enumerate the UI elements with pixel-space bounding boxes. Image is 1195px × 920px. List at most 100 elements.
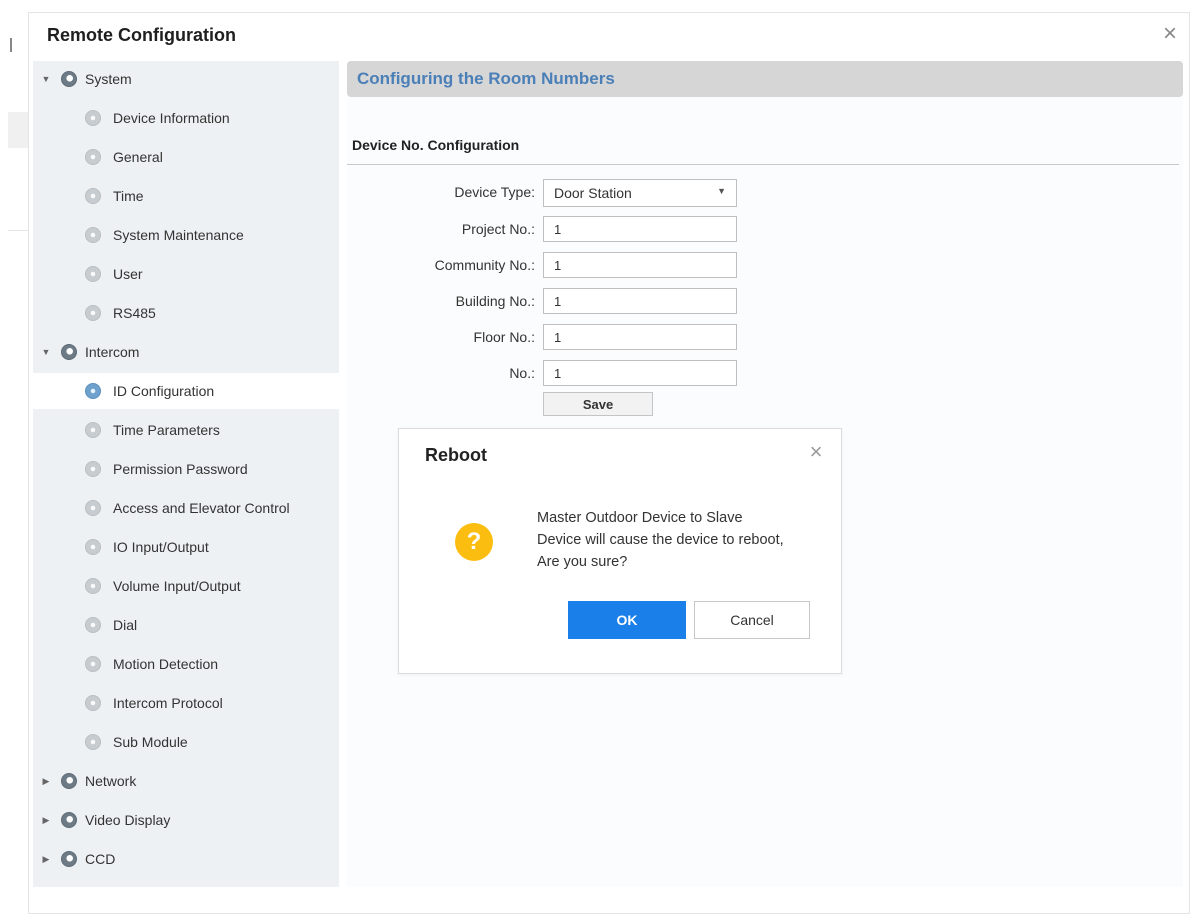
device-type-label: Device Type: <box>454 184 535 200</box>
sidebar-item-label: ID Configuration <box>113 383 215 399</box>
section-divider <box>347 164 1179 165</box>
dialog-message-line: Device will cause the device to reboot, <box>537 532 784 548</box>
tree-node-label: CCD <box>85 851 116 867</box>
collapsed-arrow-icon[interactable]: ▶ <box>39 776 53 787</box>
sidebar-item-label: Time Parameters <box>113 422 220 438</box>
floor-no-label: Floor No.: <box>473 329 535 345</box>
network-icon <box>61 773 77 789</box>
reboot-dialog: Reboot × ? Master Outdoor Device to Slav… <box>398 428 842 674</box>
sidebar-item-intercom-protocol[interactable]: Intercom Protocol <box>33 685 339 721</box>
sidebar-item-general[interactable]: General <box>33 139 339 175</box>
sidebar-item-device-information[interactable]: Device Information <box>33 100 339 136</box>
no-input[interactable] <box>543 360 737 386</box>
page-title: Configuring the Room Numbers <box>357 69 615 88</box>
sidebar-item-label: RS485 <box>113 305 156 321</box>
sidebar-item-permission-password[interactable]: Permission Password <box>33 451 339 487</box>
sidebar-item-sub-module[interactable]: Sub Module <box>33 724 339 760</box>
sidebar-item-io-input-output[interactable]: IO Input/Output <box>33 529 339 565</box>
floor-no-input[interactable] <box>543 324 737 350</box>
gear-icon <box>85 461 101 477</box>
collapsed-arrow-icon[interactable]: ▶ <box>39 815 53 826</box>
gear-icon <box>85 539 101 555</box>
sidebar-item-label: Sub Module <box>113 734 188 750</box>
sidebar-item-label: Permission Password <box>113 461 248 477</box>
gear-icon <box>85 383 101 399</box>
building-no-label: Building No.: <box>455 293 535 309</box>
window-close-icon[interactable]: × <box>1157 21 1183 47</box>
sidebar-item-system-maintenance[interactable]: System Maintenance <box>33 217 339 253</box>
sidebar-item-motion-detection[interactable]: Motion Detection <box>33 646 339 682</box>
sidebar-item-id-configuration[interactable]: ID Configuration <box>33 373 339 409</box>
sidebar-item-label: Volume Input/Output <box>113 578 241 594</box>
building-no-input[interactable] <box>543 288 737 314</box>
system-icon <box>61 71 77 87</box>
gear-icon <box>85 266 101 282</box>
tree-node-intercom[interactable]: ▼ Intercom <box>33 334 339 370</box>
sidebar-item-label: User <box>113 266 143 282</box>
dialog-message-line: Are you sure? <box>537 554 628 570</box>
remote-configuration-window: Remote Configuration × ▼ System Device I… <box>28 12 1190 914</box>
device-type-value: Door Station <box>554 185 632 201</box>
sidebar-item-label: Intercom Protocol <box>113 695 223 711</box>
sidebar-item-label: Device Information <box>113 110 230 126</box>
video-display-icon <box>61 812 77 828</box>
cancel-button[interactable]: Cancel <box>694 601 810 639</box>
expanded-arrow-icon[interactable]: ▼ <box>39 74 53 84</box>
dialog-close-icon[interactable]: × <box>805 441 827 463</box>
question-icon: ? <box>455 523 493 561</box>
tree-node-video-display[interactable]: ▶ Video Display <box>33 802 339 838</box>
gear-icon <box>85 149 101 165</box>
gear-icon <box>85 305 101 321</box>
gear-icon <box>85 695 101 711</box>
tree-node-label: System <box>85 71 132 87</box>
sidebar-item-time-parameters[interactable]: Time Parameters <box>33 412 339 448</box>
sidebar-item-label: Dial <box>113 617 138 633</box>
gear-icon <box>85 422 101 438</box>
community-no-label: Community No.: <box>434 257 535 273</box>
save-button[interactable]: Save <box>543 392 653 416</box>
tree-node-network[interactable]: ▶ Network <box>33 763 339 799</box>
project-no-label: Project No.: <box>461 221 535 237</box>
tree-node-label: Network <box>85 773 137 789</box>
gear-icon <box>85 656 101 672</box>
community-no-input[interactable] <box>543 252 737 278</box>
background-stripe <box>8 112 28 148</box>
no-label: No.: <box>509 365 535 381</box>
gear-icon <box>85 188 101 204</box>
gear-icon <box>85 578 101 594</box>
section-title: Device No. Configuration <box>352 137 520 153</box>
content-header: Configuring the Room Numbers <box>347 61 1183 97</box>
sidebar-item-volume-input-output[interactable]: Volume Input/Output <box>33 568 339 604</box>
dialog-title: Reboot <box>425 445 487 465</box>
sidebar-item-label: General <box>113 149 163 165</box>
background-mark <box>10 38 12 52</box>
expanded-arrow-icon[interactable]: ▼ <box>39 347 53 357</box>
gear-icon <box>85 110 101 126</box>
tree-node-ccd[interactable]: ▶ CCD <box>33 841 339 877</box>
gear-icon <box>85 500 101 516</box>
tree-node-system[interactable]: ▼ System <box>33 61 339 97</box>
sidebar-item-label: Access and Elevator Control <box>113 500 290 516</box>
dropdown-arrow-icon: ▼ <box>717 186 726 196</box>
window-title: Remote Configuration <box>47 25 236 45</box>
intercom-icon <box>61 344 77 360</box>
tree-node-label: Intercom <box>85 344 140 360</box>
sidebar-item-time[interactable]: Time <box>33 178 339 214</box>
sidebar-item-label: IO Input/Output <box>113 539 209 555</box>
project-no-input[interactable] <box>543 216 737 242</box>
sidebar-item-dial[interactable]: Dial <box>33 607 339 643</box>
ccd-icon <box>61 851 77 867</box>
device-type-select[interactable]: Door Station ▼ <box>543 179 737 207</box>
sidebar-tree: ▼ System Device Information General Time… <box>33 61 339 887</box>
gear-icon <box>85 617 101 633</box>
sidebar-item-access-elevator-control[interactable]: Access and Elevator Control <box>33 490 339 526</box>
sidebar-item-label: Time <box>113 188 144 204</box>
collapsed-arrow-icon[interactable]: ▶ <box>39 854 53 865</box>
sidebar-item-label: Motion Detection <box>113 656 219 672</box>
sidebar-item-rs485[interactable]: RS485 <box>33 295 339 331</box>
sidebar-item-label: System Maintenance <box>113 227 244 243</box>
sidebar-item-user[interactable]: User <box>33 256 339 292</box>
ok-button[interactable]: OK <box>568 601 686 639</box>
tree-node-label: Video Display <box>85 812 171 828</box>
dialog-message-line: Master Outdoor Device to Slave <box>537 510 743 526</box>
